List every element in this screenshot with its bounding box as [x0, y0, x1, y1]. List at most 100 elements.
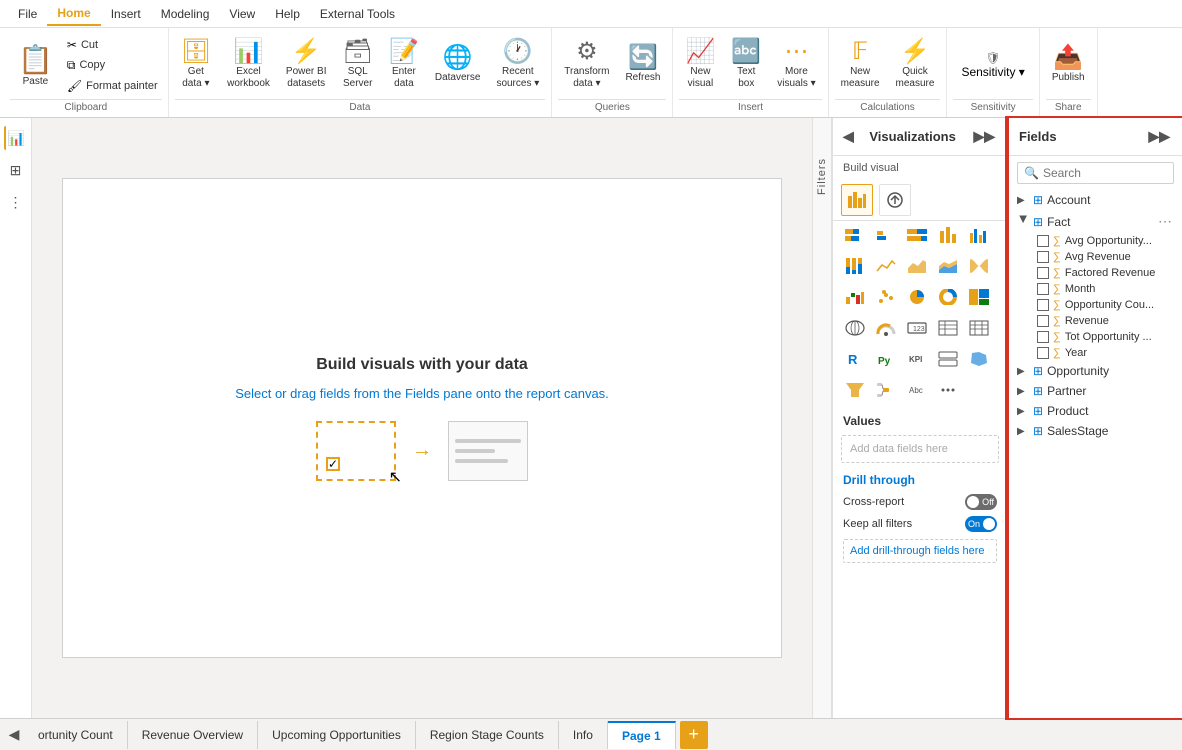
viz-stacked-bar[interactable]: [841, 221, 869, 249]
excel-button[interactable]: 📊 Excelworkbook: [221, 33, 276, 97]
enter-data-button[interactable]: 📝 Enterdata: [383, 33, 425, 97]
cut-button[interactable]: ✂ Cut: [63, 36, 162, 54]
field-item-month[interactable]: ∑ Month: [1009, 281, 1182, 297]
checkbox-month[interactable]: [1037, 283, 1049, 295]
field-group-product-header[interactable]: ▶ ⊞ Product: [1009, 401, 1182, 421]
checkbox-opp-count[interactable]: [1037, 299, 1049, 311]
viz-clustered-bar[interactable]: [872, 221, 900, 249]
viz-py-visual[interactable]: Py: [872, 345, 900, 373]
viz-kpi[interactable]: KPI: [903, 345, 931, 373]
field-item-avg-rev[interactable]: ∑ Avg Revenue: [1009, 249, 1182, 265]
powerbi-datasets-button[interactable]: ⚡ Power BIdatasets: [280, 33, 333, 97]
field-item-avg-opp[interactable]: ∑ Avg Opportunity...: [1009, 233, 1182, 249]
copy-button[interactable]: ⧉ Copy: [63, 56, 162, 75]
sidebar-icon-data[interactable]: ⊞: [4, 158, 28, 182]
transform-data-button[interactable]: ⚙ Transformdata ▾: [558, 33, 615, 97]
new-measure-button[interactable]: 𝔽 Newmeasure: [835, 33, 886, 97]
viz-r-visual[interactable]: R: [841, 345, 869, 373]
sql-server-button[interactable]: 🗃 SQLServer: [337, 33, 379, 97]
field-item-opp-count[interactable]: ∑ Opportunity Cou...: [1009, 297, 1182, 313]
cross-report-toggle[interactable]: Off: [965, 494, 997, 510]
checkbox-factored-rev[interactable]: [1037, 267, 1049, 279]
sensitivity-button[interactable]: 🛡 Sensitivity ▾: [953, 33, 1032, 97]
viz-table[interactable]: [934, 314, 962, 342]
viz-expand-icon[interactable]: ▶▶: [971, 126, 997, 147]
dataverse-button[interactable]: 🌐 Dataverse: [429, 33, 487, 97]
viz-filled-map[interactable]: [965, 345, 993, 373]
viz-clustered-col[interactable]: [965, 221, 993, 249]
field-group-partner-header[interactable]: ▶ ⊞ Partner: [1009, 381, 1182, 401]
tab-page1[interactable]: Page 1: [608, 721, 676, 749]
search-box[interactable]: 🔍: [1017, 162, 1174, 184]
viz-format-btn[interactable]: [879, 184, 911, 216]
menu-modeling[interactable]: Modeling: [151, 3, 220, 25]
sidebar-icon-model[interactable]: ⋮: [4, 190, 28, 214]
field-group-product[interactable]: ▶ ⊞ Product: [1009, 401, 1182, 421]
drill-fields-zone[interactable]: Add drill-through fields here: [843, 539, 997, 563]
search-input[interactable]: [1043, 166, 1167, 180]
viz-donut[interactable]: [934, 283, 962, 311]
field-group-partner[interactable]: ▶ ⊞ Partner: [1009, 381, 1182, 401]
field-item-year[interactable]: ∑ Year: [1009, 345, 1182, 361]
filters-panel[interactable]: Filters: [812, 118, 832, 718]
add-tab-button[interactable]: +: [680, 721, 708, 749]
tab-region-stage[interactable]: Region Stage Counts: [416, 721, 559, 749]
tab-info[interactable]: Info: [559, 721, 608, 749]
checkbox-tot-opp[interactable]: [1037, 331, 1049, 343]
menu-file[interactable]: File: [8, 3, 47, 25]
menu-insert[interactable]: Insert: [101, 3, 151, 25]
checkbox-revenue[interactable]: [1037, 315, 1049, 327]
recent-sources-button[interactable]: 🕐 Recentsources ▾: [490, 33, 545, 97]
viz-map[interactable]: [841, 314, 869, 342]
checkbox-avg-rev[interactable]: [1037, 251, 1049, 263]
viz-funnel[interactable]: [841, 376, 869, 404]
tab-revenue-overview[interactable]: Revenue Overview: [128, 721, 258, 749]
viz-smart-narrative[interactable]: Abc: [903, 376, 931, 404]
viz-100-stacked-col[interactable]: [841, 252, 869, 280]
viz-100-stacked-bar[interactable]: [903, 221, 931, 249]
field-item-factored-rev[interactable]: ∑ Factored Revenue: [1009, 265, 1182, 281]
format-painter-button[interactable]: 🖌 Format painter: [63, 77, 162, 95]
menu-home[interactable]: Home: [47, 2, 100, 26]
canvas-area[interactable]: Build visuals with your data Select or d…: [32, 118, 812, 718]
field-item-revenue[interactable]: ∑ Revenue: [1009, 313, 1182, 329]
tab-opportunity-count[interactable]: ortunity Count: [24, 721, 128, 749]
menu-help[interactable]: Help: [265, 3, 310, 25]
text-box-button[interactable]: 🔤 Textbox: [725, 33, 767, 97]
keep-filters-toggle[interactable]: On: [965, 516, 997, 532]
checkbox-avg-opp[interactable]: [1037, 235, 1049, 247]
field-group-account-header[interactable]: ▶ ⊞ Account: [1009, 190, 1182, 210]
fact-more-btn[interactable]: ⋯: [1156, 213, 1174, 230]
tab-upcoming-opp[interactable]: Upcoming Opportunities: [258, 721, 416, 749]
field-group-sales-header[interactable]: ▶ ⊞ SalesStage: [1009, 421, 1182, 441]
viz-panel-collapse[interactable]: ◀: [843, 128, 854, 145]
refresh-button[interactable]: 🔄 Refresh: [619, 33, 666, 97]
tab-prev-btn[interactable]: ◀: [4, 719, 24, 750]
viz-area[interactable]: [903, 252, 931, 280]
viz-multirow-card[interactable]: [934, 345, 962, 373]
viz-scatter[interactable]: [872, 283, 900, 311]
viz-stacked-area[interactable]: [934, 252, 962, 280]
field-group-opportunity[interactable]: ▶ ⊞ Opportunity: [1009, 361, 1182, 381]
viz-card[interactable]: 123: [903, 314, 931, 342]
viz-line[interactable]: [872, 252, 900, 280]
viz-matrix[interactable]: [965, 314, 993, 342]
fields-expand-icon[interactable]: ▶▶: [1146, 126, 1172, 147]
viz-decomp-tree[interactable]: [872, 376, 900, 404]
viz-bar-selected[interactable]: [841, 184, 873, 216]
paste-button[interactable]: 📋 Paste: [10, 33, 61, 97]
get-data-button[interactable]: 🗄 Getdata ▾: [175, 33, 217, 97]
new-visual-button[interactable]: 📈 Newvisual: [679, 33, 721, 97]
viz-gauge[interactable]: [872, 314, 900, 342]
viz-waterfall[interactable]: [841, 283, 869, 311]
publish-button[interactable]: 📤 Publish: [1046, 33, 1091, 97]
field-item-tot-opp[interactable]: ∑ Tot Opportunity ...: [1009, 329, 1182, 345]
viz-ribbon[interactable]: [965, 252, 993, 280]
more-visuals-button[interactable]: ⋯ Morevisuals ▾: [771, 33, 821, 97]
sidebar-icon-report[interactable]: 📊: [4, 126, 28, 150]
field-group-fact[interactable]: ▶ ⊞ Fact ⋯ ∑ Avg Opportunity... ∑ Avg Re…: [1009, 210, 1182, 361]
add-data-fields-zone[interactable]: Add data fields here: [841, 435, 999, 463]
viz-pie[interactable]: [903, 283, 931, 311]
field-group-account[interactable]: ▶ ⊞ Account: [1009, 190, 1182, 210]
checkbox-year[interactable]: [1037, 347, 1049, 359]
